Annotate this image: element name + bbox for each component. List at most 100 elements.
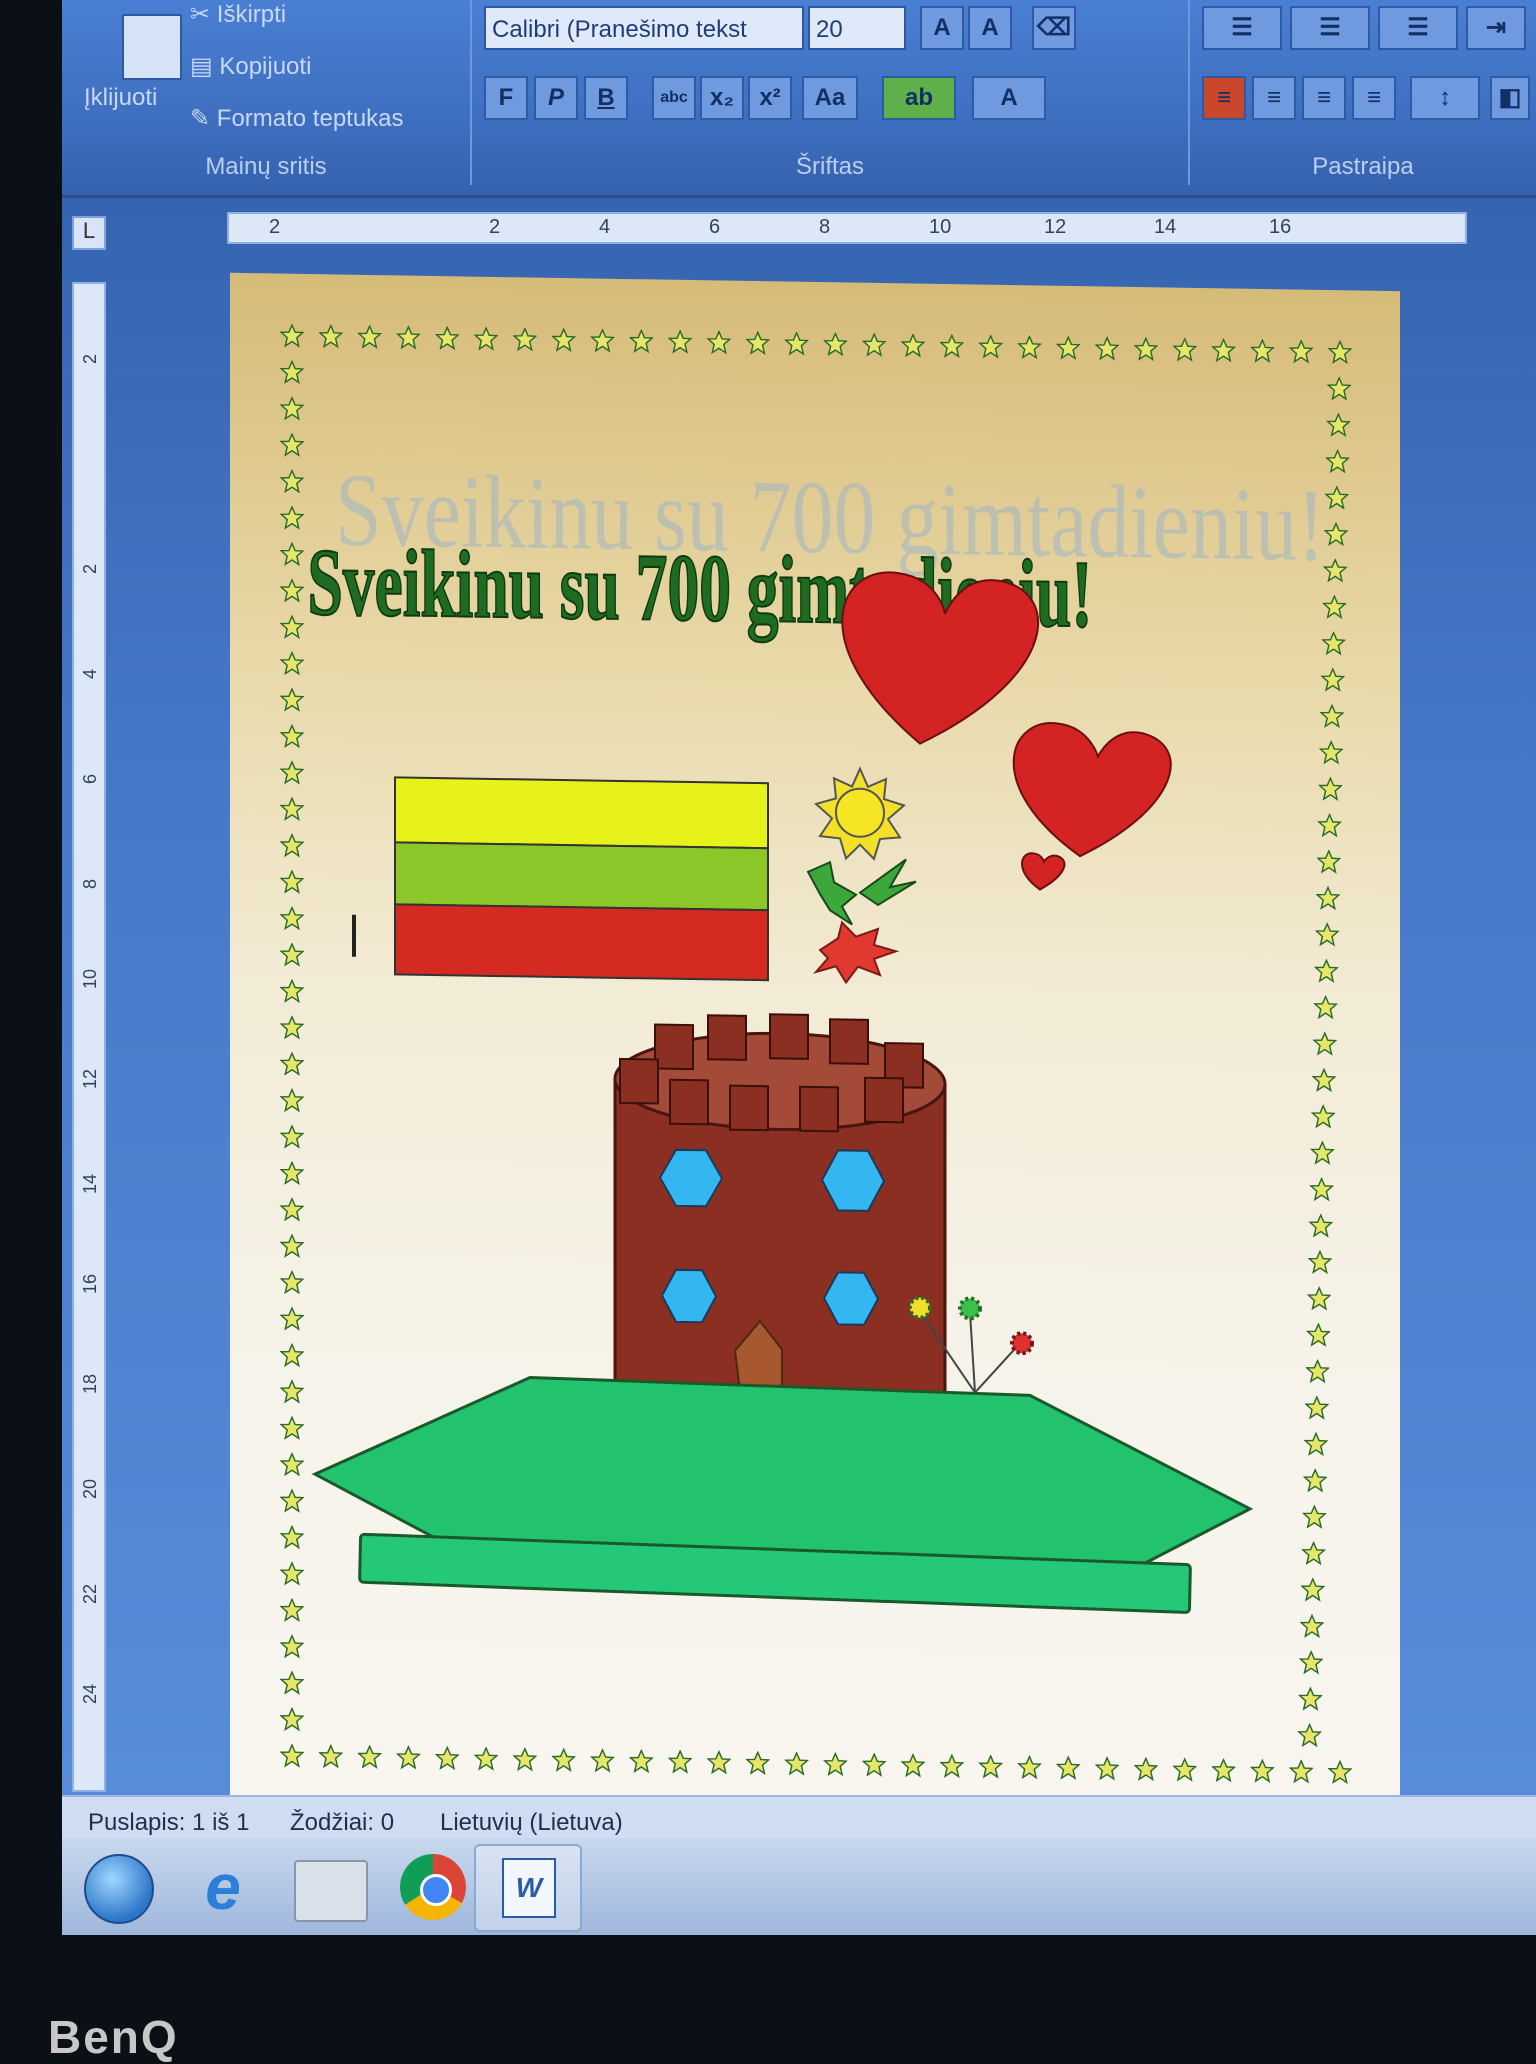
border-star-icon [280,1234,304,1258]
border-star-icon [1322,595,1346,619]
font-color-button[interactable]: A [972,76,1046,120]
border-star-icon [280,615,304,639]
grow-font-button[interactable]: A [920,6,964,50]
border-star-icon [1301,1578,1325,1601]
red-burst-icon[interactable] [813,920,900,985]
border-star-icon [707,1750,731,1774]
border-star-icon [435,1746,459,1770]
border-star-icon [358,1745,382,1769]
cut-button[interactable]: ✂ Iškirpti [190,0,286,29]
border-star-icon [707,330,731,354]
border-star-icon [785,332,809,355]
border-star-icon [1324,522,1348,546]
change-case-button[interactable]: Aa [802,76,858,120]
border-star-icon [1328,1760,1352,1784]
chrome-icon[interactable] [400,1854,466,1920]
font-size-box[interactable]: 20 [808,6,906,50]
crenel [619,1057,659,1105]
border-star-icon [1306,1359,1330,1383]
border-star-icon [1315,922,1339,946]
shrink-font-button[interactable]: A [968,6,1012,50]
border-star-icon [280,506,304,529]
border-star-icon [280,1088,304,1112]
border-star-icon [280,724,304,748]
copy-button[interactable]: ▤ Kopijuoti [190,52,311,81]
cut-label: Iškirpti [216,1,287,28]
numbering-button[interactable]: ☰ [1290,6,1370,50]
multilevel-list-button[interactable]: ☰ [1378,6,1458,50]
line-spacing-button[interactable]: ↕ [1410,76,1480,120]
border-star-icon [940,1754,964,1778]
border-star-icon [280,1052,304,1076]
border-star-icon [1305,1396,1329,1419]
font-name-box[interactable]: Calibri (Pranešimo tekst [484,6,804,50]
border-star-icon [1056,336,1080,360]
leaf-icon[interactable] [806,858,917,926]
vruler-mark: 10 [80,968,100,989]
crenel [829,1018,869,1065]
align-left-button[interactable]: ≡ [1202,76,1246,120]
highlight-color-button[interactable]: ab [882,76,956,120]
border-star-icon [280,761,304,784]
horizontal-ruler[interactable]: 2 2 4 6 8 10 12 14 16 [227,212,1467,244]
ruler-mark: 2 [269,216,281,238]
border-star-icon [629,1749,653,1773]
tab-selector[interactable]: L [72,216,106,250]
border-star-icon [785,1752,809,1775]
paste-icon[interactable] [122,14,182,80]
border-star-icon [1310,1177,1334,1201]
border-star-icon [280,1598,304,1622]
shading-button[interactable]: ◧ [1490,76,1530,120]
gediminas-tower[interactable] [613,1012,947,1406]
justify-button[interactable]: ≡ [1352,76,1396,120]
word-count[interactable]: Žodžiai: 0 [290,1809,394,1837]
page-count[interactable]: Puslapis: 1 iš 1 [88,1809,249,1837]
border-star-icon [940,334,964,358]
vruler-mark: 8 [80,878,100,889]
border-star-icon [280,906,304,930]
printer-folder-icon[interactable] [294,1860,368,1922]
vruler-mark: 18 [80,1373,100,1394]
align-right-button[interactable]: ≡ [1302,76,1346,120]
border-star-icon [280,651,304,675]
vertical-ruler[interactable]: 2 2 4 6 8 10 12 14 16 18 20 22 24 [72,282,106,1792]
lithuanian-flag[interactable] [394,776,769,982]
language-indicator[interactable]: Lietuvių (Lietuva) [440,1809,623,1837]
border-star-icon [280,1015,304,1039]
internet-explorer-icon[interactable]: e [190,1854,256,1920]
border-star-icon [319,1744,343,1768]
subscript-button[interactable]: x₂ [700,76,744,120]
bullets-button[interactable]: ☰ [1202,6,1282,50]
border-star-icon [1299,1650,1323,1674]
word-taskbar-button[interactable]: W [474,1844,582,1932]
heart-medium[interactable] [1012,722,1172,858]
superscript-button[interactable]: x² [748,76,792,120]
bold-button[interactable]: F [484,76,528,120]
underline-button[interactable]: B [584,76,628,120]
text-cursor [352,914,356,957]
document-page[interactable]: Sveikinu su 700 gimtadieniu! Sveikinu su… [230,272,1400,1862]
border-star-icon [1313,1032,1337,1055]
border-star-icon [1095,336,1119,360]
clear-format-button[interactable]: ⌫ [1032,6,1076,50]
indent-button[interactable]: ⇥ [1466,6,1526,50]
border-star-icon [901,1753,925,1777]
start-orb-icon[interactable] [84,1854,154,1924]
strikethrough-button[interactable]: abc [652,76,696,120]
heart-small[interactable] [1021,852,1066,891]
vruler-mark: 24 [80,1683,100,1704]
crenel [864,1076,904,1124]
ruler-mark: 16 [1269,216,1292,238]
sun-icon[interactable] [813,766,907,861]
border-star-icon [1134,1757,1158,1781]
flower-green-icon [958,1296,982,1321]
paste-button[interactable]: Įklijuoti [84,84,157,112]
border-star-icon [1173,338,1197,361]
clipboard-group-label: Mainų sritis [205,153,327,180]
border-star-icon [280,1307,304,1330]
align-center-button[interactable]: ≡ [1252,76,1296,120]
italic-button[interactable]: P [534,76,578,120]
border-star-icon [1173,1758,1197,1781]
border-star-icon [1307,1286,1331,1310]
format-painter-button[interactable]: ✎ Formato teptukas [190,104,404,133]
